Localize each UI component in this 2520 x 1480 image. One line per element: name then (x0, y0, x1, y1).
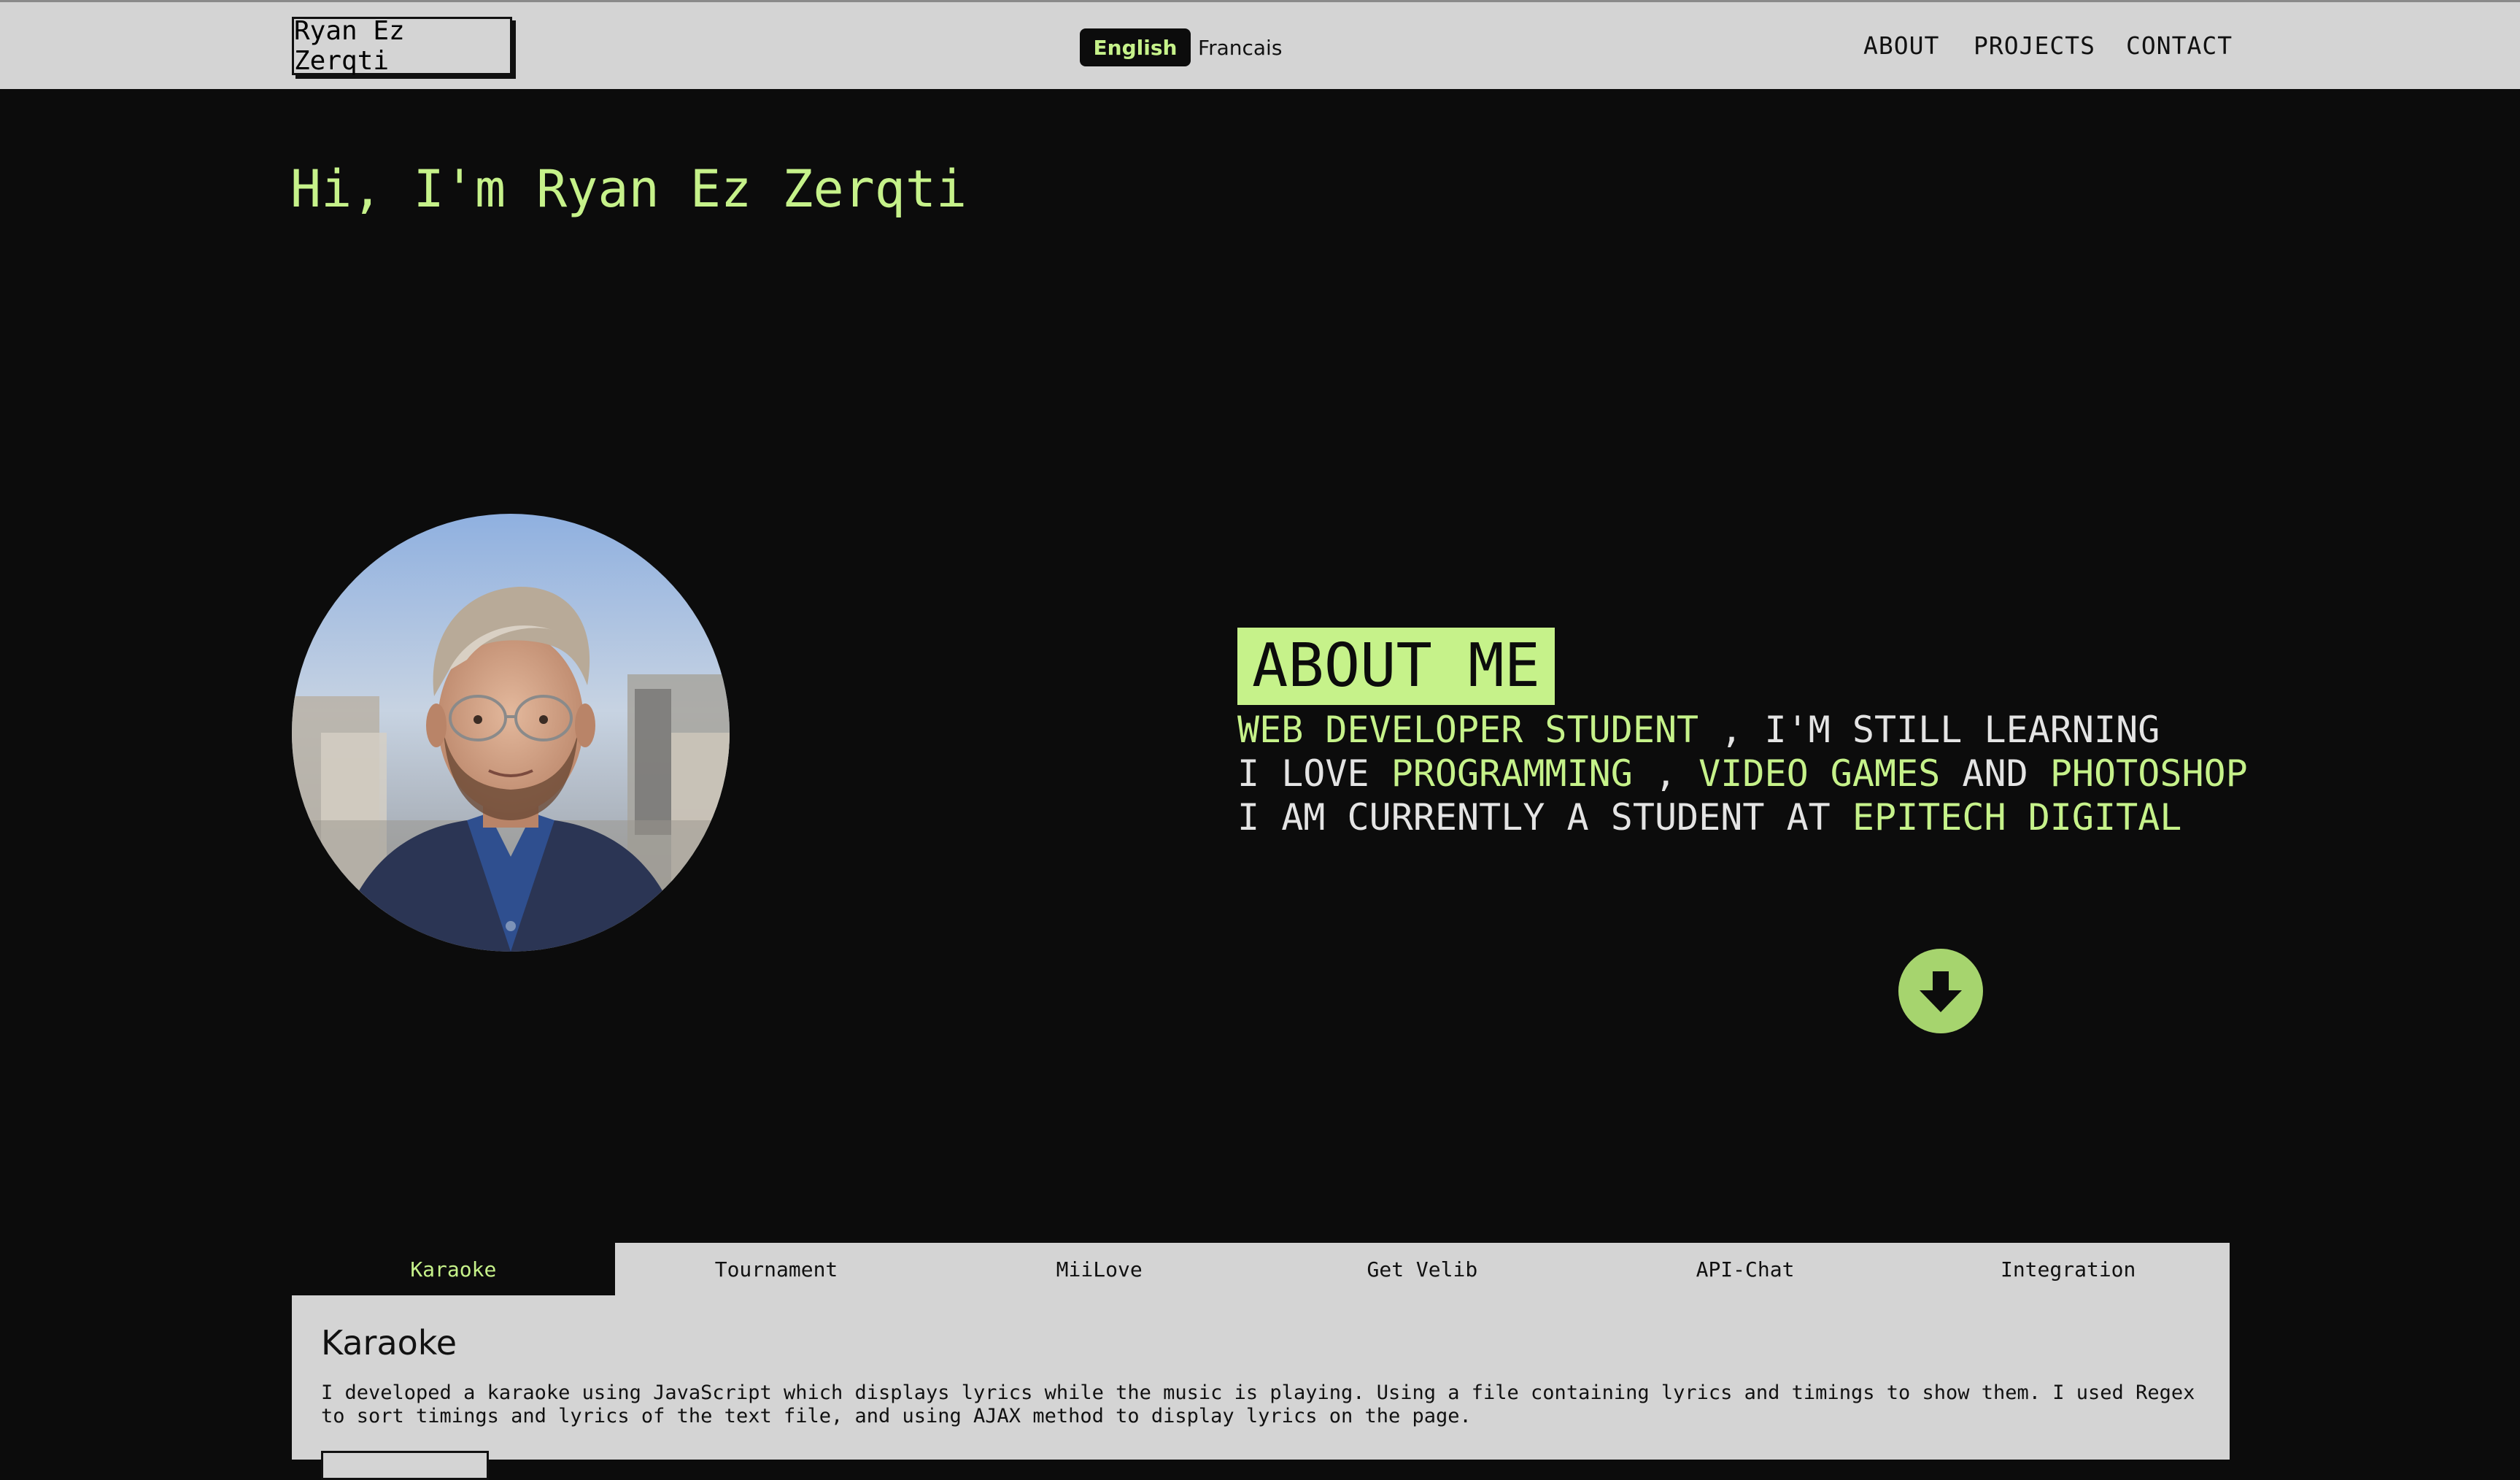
nav-contact-link[interactable]: CONTACT (2126, 31, 2233, 60)
tab-tournament[interactable]: Tournament (615, 1243, 938, 1295)
about-highlight: VIDEO GAMES (1698, 752, 1941, 795)
nav-about-link[interactable]: ABOUT (1863, 31, 1939, 60)
scroll-down-button[interactable] (1898, 949, 1983, 1033)
project-tabs: Karaoke Tournament MiiLove Get Velib API… (292, 1243, 2230, 1295)
about-text: , (1632, 752, 1699, 795)
tab-miilove[interactable]: MiiLove (938, 1243, 1261, 1295)
arrow-down-icon (1920, 971, 1962, 1012)
top-navbar: Ryan Ez Zerqti English Francais ABOUT PR… (0, 0, 2520, 89)
tab-get-velib[interactable]: Get Velib (1261, 1243, 1584, 1295)
project-description: I developed a karaoke using JavaScript w… (321, 1381, 2195, 1427)
language-english-button[interactable]: English (1080, 28, 1191, 66)
profile-avatar (292, 514, 730, 952)
hero-title: Hi, I'm Ryan Ez Zerqti (290, 159, 967, 219)
about-line-3: I AM CURRENTLY A STUDENT AT EPITECH DIGI… (1237, 795, 2181, 839)
project-panel: Karaoke I developed a karaoke using Java… (292, 1295, 2230, 1480)
about-line-2: I LOVE PROGRAMMING , VIDEO GAMES AND PHO… (1237, 752, 2248, 795)
tab-api-chat[interactable]: API-Chat (1584, 1243, 1907, 1295)
about-highlight: EPITECH DIGITAL (1852, 796, 2182, 839)
about-text: AND (1940, 752, 2050, 795)
project-link-button[interactable] (321, 1451, 489, 1480)
profile-photo (292, 514, 730, 952)
about-highlight: PHOTOSHOP (2049, 752, 2248, 795)
about-highlight: PROGRAMMING (1391, 752, 1633, 795)
about-text: , I'M STILL LEARNING (1698, 709, 2160, 751)
brand-logo-button[interactable]: Ryan Ez Zerqti (292, 16, 512, 76)
about-highlight: WEB DEVELOPER STUDENT (1237, 709, 1699, 751)
nav-projects-link[interactable]: PROJECTS (1974, 31, 2095, 60)
about-text: I LOVE (1237, 752, 1391, 795)
tab-karaoke[interactable]: Karaoke (292, 1243, 615, 1295)
tab-integration[interactable]: Integration (1906, 1243, 2230, 1295)
about-me-heading: ABOUT ME (1237, 628, 1555, 705)
language-french-button[interactable]: Francais (1198, 28, 1282, 66)
about-line-1: WEB DEVELOPER STUDENT , I'M STILL LEARNI… (1237, 708, 2160, 752)
project-title: Karaoke (321, 1323, 457, 1363)
about-text: I AM CURRENTLY A STUDENT AT (1237, 796, 1852, 839)
